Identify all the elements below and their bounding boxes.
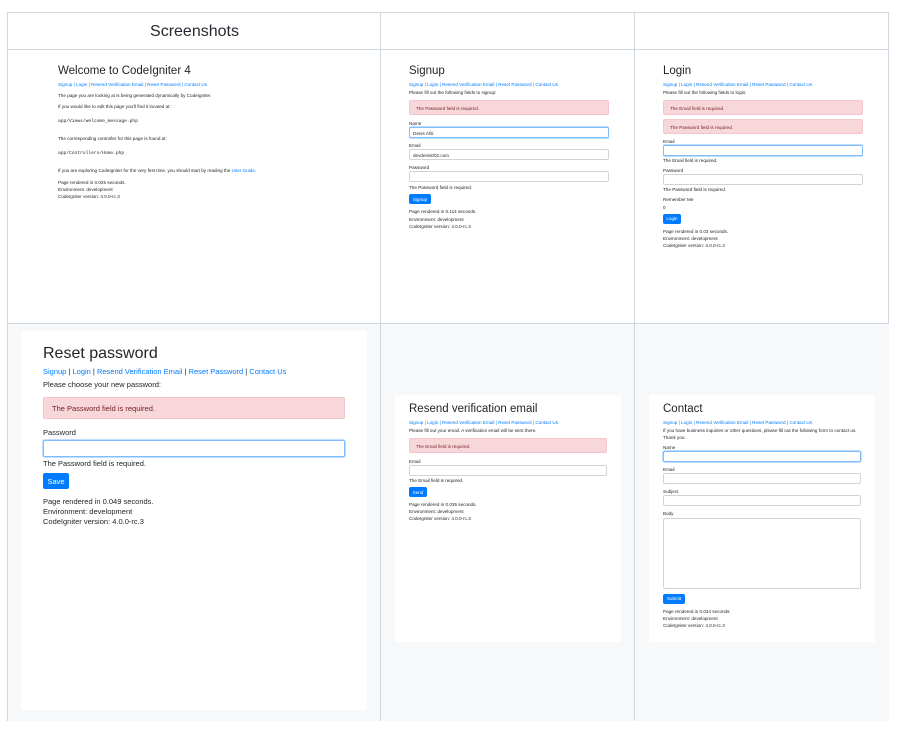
table-header-screenshots: Screenshots bbox=[150, 22, 239, 40]
contact-intro: If you have business inquiries or other … bbox=[663, 427, 857, 441]
password-error: The Password field is required. bbox=[663, 187, 727, 193]
contact-title: Contact bbox=[663, 403, 703, 415]
login-button[interactable]: Login bbox=[663, 213, 681, 224]
signup-screenshot: Signup Signup | Login | Resend Verificat… bbox=[409, 65, 609, 255]
login-nav[interactable]: Signup | Login | Resend Verification Ema… bbox=[663, 81, 863, 88]
remember-label: Remember Me bbox=[663, 197, 694, 203]
login-alert-password: The Password field is required. bbox=[663, 119, 863, 135]
email-label: Email bbox=[663, 467, 675, 473]
reset-password-screenshot: Reset password Signup | Login | Resend V… bbox=[21, 331, 367, 710]
resend-nav[interactable]: Signup | Login | Resend Verification Ema… bbox=[409, 419, 607, 426]
nav-signup-link[interactable]: Signup bbox=[43, 367, 66, 376]
nav-login-link[interactable]: Login bbox=[72, 367, 90, 376]
email-error: The Email field is required. bbox=[663, 158, 718, 164]
password-input[interactable] bbox=[409, 171, 609, 183]
name-input[interactable]: Denis Ahli bbox=[409, 127, 609, 139]
contact-footer: Page rendered in 0.034 seconds. Environm… bbox=[663, 608, 731, 628]
login-intro: Please fill out the following fields to … bbox=[663, 89, 747, 95]
email-error: The Email field is required. bbox=[409, 478, 464, 484]
email-input[interactable] bbox=[663, 145, 863, 157]
body-textarea[interactable] bbox=[663, 517, 861, 589]
resend-footer: Page rendered in 0.035 seconds. Environm… bbox=[409, 502, 477, 522]
submit-button[interactable]: Submit bbox=[663, 593, 685, 604]
body-label: Body bbox=[663, 511, 674, 517]
reset-nav: Signup | Login | Resend Verification Ema… bbox=[43, 367, 287, 376]
name-label: Name bbox=[663, 445, 676, 451]
welcome-text: If you would like to edit this page you'… bbox=[58, 104, 171, 110]
reset-intro: Please choose your new password: bbox=[43, 380, 161, 389]
contact-screenshot: Contact Signup | Login | Resend Verifica… bbox=[649, 395, 875, 642]
welcome-nav[interactable]: Signup | Login | Resend Verification Ema… bbox=[58, 81, 358, 88]
reset-alert: The Password field is required. bbox=[43, 397, 345, 419]
save-button[interactable]: Save bbox=[43, 473, 69, 489]
password-error: The Password field is required. bbox=[409, 185, 473, 191]
signup-footer: Page rendered in 0.114 seconds. Environm… bbox=[409, 209, 477, 229]
nav-resend-link[interactable]: Resend Verification Email bbox=[97, 367, 182, 376]
screenshots-table: Screenshots Welcome to CodeIgniter 4 Sig… bbox=[7, 12, 889, 721]
login-footer: Page rendered in 0.03 seconds. Environme… bbox=[663, 228, 729, 248]
password-input[interactable] bbox=[43, 440, 345, 457]
send-button[interactable]: Send bbox=[409, 487, 427, 498]
resend-intro: Please fill out your email. A verificati… bbox=[409, 427, 537, 433]
reset-title: Reset password bbox=[43, 345, 158, 362]
welcome-footer: Page rendered in 0.025 seconds. Environm… bbox=[58, 179, 126, 199]
column-divider bbox=[634, 13, 635, 721]
subject-label: Subject bbox=[663, 489, 679, 495]
login-title: Login bbox=[663, 65, 692, 77]
signup-alert: The Password field is required. bbox=[409, 100, 609, 116]
email-input[interactable]: devdenis002.com bbox=[409, 149, 609, 161]
row-divider bbox=[8, 323, 889, 324]
signup-nav[interactable]: Signup | Login | Resend Verification Ema… bbox=[409, 81, 609, 88]
subject-input[interactable] bbox=[663, 495, 861, 507]
email-label: Email bbox=[663, 139, 675, 145]
nav-contact-link[interactable]: Contact Us bbox=[249, 367, 286, 376]
reset-footer: Page rendered in 0.049 seconds. Environm… bbox=[43, 497, 154, 526]
nav-reset-link[interactable]: Reset Password bbox=[189, 367, 244, 376]
signup-intro: Please fill out the following fields to … bbox=[409, 89, 497, 95]
welcome-path: app/Views/welcome_message.php bbox=[58, 119, 138, 125]
user-guide-link[interactable]: User Guide bbox=[232, 168, 255, 173]
name-input[interactable] bbox=[663, 451, 861, 463]
signup-button[interactable]: Signup bbox=[409, 194, 431, 205]
signup-title: Signup bbox=[409, 65, 445, 77]
email-input[interactable] bbox=[409, 465, 607, 477]
contact-nav[interactable]: Signup | Login | Resend Verification Ema… bbox=[663, 419, 861, 426]
name-label: Name bbox=[409, 121, 422, 127]
password-label: Password bbox=[409, 165, 430, 171]
password-input[interactable] bbox=[663, 174, 863, 186]
login-alert-email: The Email field is required. bbox=[663, 100, 863, 116]
welcome-screenshot: Welcome to CodeIgniter 4 Signup | Login … bbox=[58, 65, 358, 235]
email-input[interactable] bbox=[663, 473, 861, 485]
remember-value[interactable]: 0 bbox=[663, 204, 863, 211]
welcome-title: Welcome to CodeIgniter 4 bbox=[58, 65, 191, 77]
login-screenshot: Login Signup | Login | Resend Verificati… bbox=[663, 65, 863, 265]
column-divider bbox=[380, 13, 381, 721]
password-label: Password bbox=[43, 428, 76, 437]
password-label: Password bbox=[663, 168, 684, 174]
welcome-text: The page you are looking at is being gen… bbox=[58, 92, 212, 98]
resend-title: Resend verification email bbox=[409, 403, 538, 415]
welcome-text: The corresponding controller for this pa… bbox=[58, 136, 167, 142]
resend-verification-screenshot: Resend verification email Signup | Login… bbox=[395, 395, 621, 642]
resend-alert: The Email field is required. bbox=[409, 438, 607, 454]
welcome-path: app/Controllers/Home.php bbox=[58, 151, 125, 157]
password-error: The Password field is required. bbox=[43, 459, 146, 468]
welcome-text: If you are exploring CodeIgniter for the… bbox=[58, 168, 257, 174]
email-label: Email bbox=[409, 459, 421, 465]
email-label: Email bbox=[409, 143, 421, 149]
